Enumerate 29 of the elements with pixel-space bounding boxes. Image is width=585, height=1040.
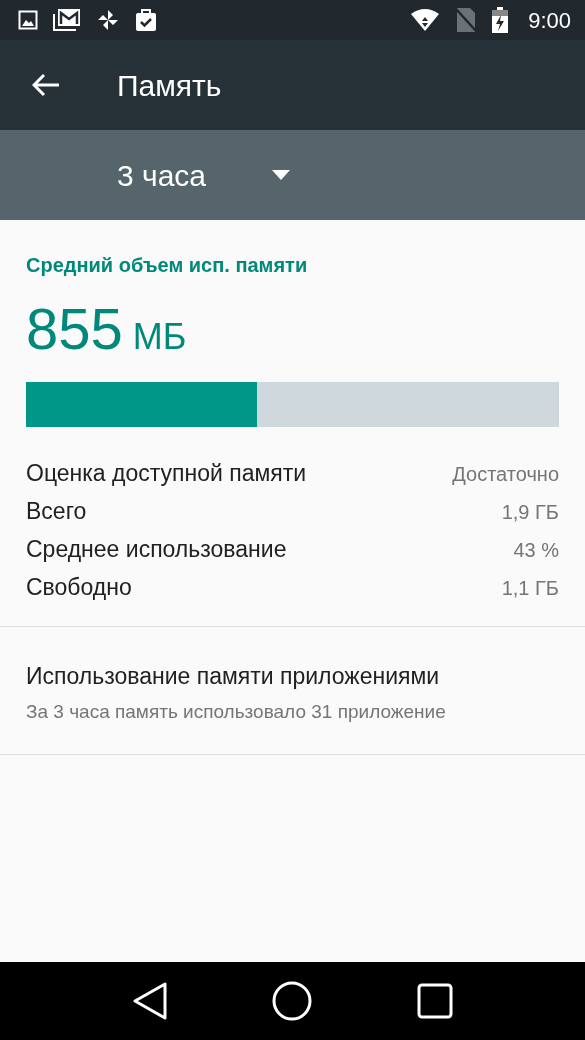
stat-label: Свободно bbox=[26, 573, 132, 603]
period-dropdown[interactable]: 3 часа bbox=[117, 152, 291, 198]
home-circle-icon[interactable] bbox=[272, 981, 313, 1021]
clipboard-check-icon bbox=[134, 8, 158, 32]
recents-square-icon[interactable] bbox=[416, 983, 453, 1019]
battery-charging-icon bbox=[492, 7, 509, 33]
app-memory-item[interactable]: Использование памяти приложениями За 3 часа память использовало 31 приложение bbox=[0, 627, 585, 755]
item-subtitle: За 3 часа память использовало 31 приложение bbox=[26, 699, 447, 724]
no-sim-icon bbox=[456, 7, 477, 33]
stat-value: 43 % bbox=[513, 537, 559, 563]
back-arrow-icon bbox=[32, 73, 60, 97]
stat-label: Среднее использование bbox=[26, 535, 287, 565]
image-icon bbox=[18, 10, 38, 30]
pinwheel-icon bbox=[96, 8, 120, 32]
memory-unit: МБ bbox=[132, 319, 187, 355]
section-heading: Средний объем исп. памяти bbox=[26, 253, 309, 278]
wifi-icon bbox=[410, 8, 441, 32]
stat-value: 1,9 ГБ bbox=[501, 499, 559, 525]
dropdown-caret-icon bbox=[272, 170, 291, 180]
stat-label: Всего bbox=[26, 497, 87, 527]
item-title: Использование памяти приложениями bbox=[26, 662, 441, 691]
stat-label: Оценка доступной памяти bbox=[26, 459, 307, 489]
status-time: 9:00 bbox=[528, 6, 571, 35]
back-triangle-icon[interactable] bbox=[132, 981, 169, 1021]
memory-amount: 855 bbox=[26, 300, 123, 358]
mail-icon bbox=[52, 8, 82, 32]
stat-value: Достаточно bbox=[452, 461, 559, 487]
stat-value: 1,1 ГБ bbox=[501, 575, 559, 601]
page-title: Память bbox=[117, 67, 222, 104]
